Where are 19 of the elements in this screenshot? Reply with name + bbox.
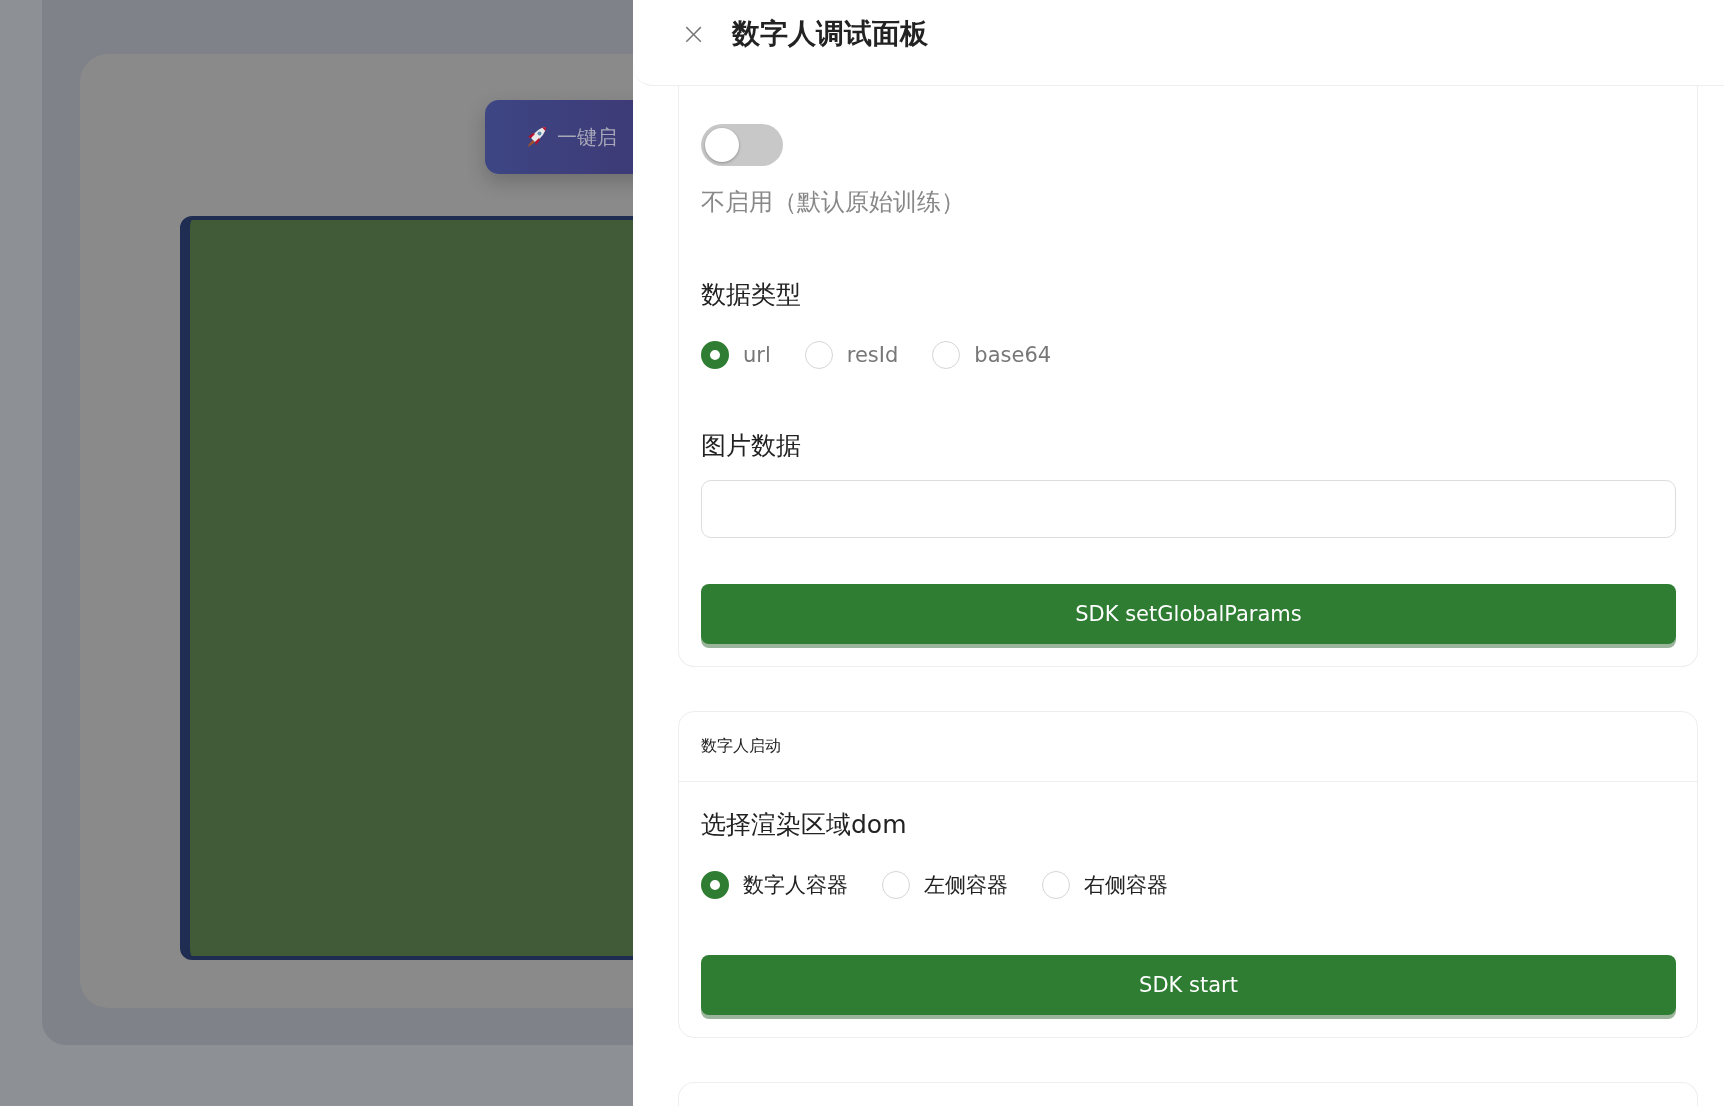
radio-label: 数字人容器	[743, 872, 848, 899]
radio-label: base64	[974, 343, 1052, 367]
close-button[interactable]: ×	[681, 18, 707, 49]
drawer-title: 数字人调试面板	[732, 15, 929, 52]
toggle-switch[interactable]	[701, 124, 783, 166]
input-field[interactable]	[701, 480, 1676, 538]
radio-label: url	[743, 343, 771, 367]
radio-button[interactable]	[701, 871, 729, 899]
field-label: 数据类型	[701, 279, 801, 311]
radio-button[interactable]	[701, 341, 729, 369]
radio-label: 左侧容器	[924, 872, 1008, 899]
radio-label: resId	[846, 343, 899, 367]
card-header: 数字人启动	[679, 712, 1697, 782]
field-label: 图片数据	[701, 430, 801, 462]
field-label: 选择渲染区域dom	[701, 809, 907, 841]
radio-label: 右侧容器	[1084, 872, 1168, 899]
launch-button[interactable]: 一键启	[485, 100, 633, 174]
rocket-icon	[525, 126, 547, 148]
toggle-caption: 不启用（默认原始训练）	[701, 187, 965, 218]
